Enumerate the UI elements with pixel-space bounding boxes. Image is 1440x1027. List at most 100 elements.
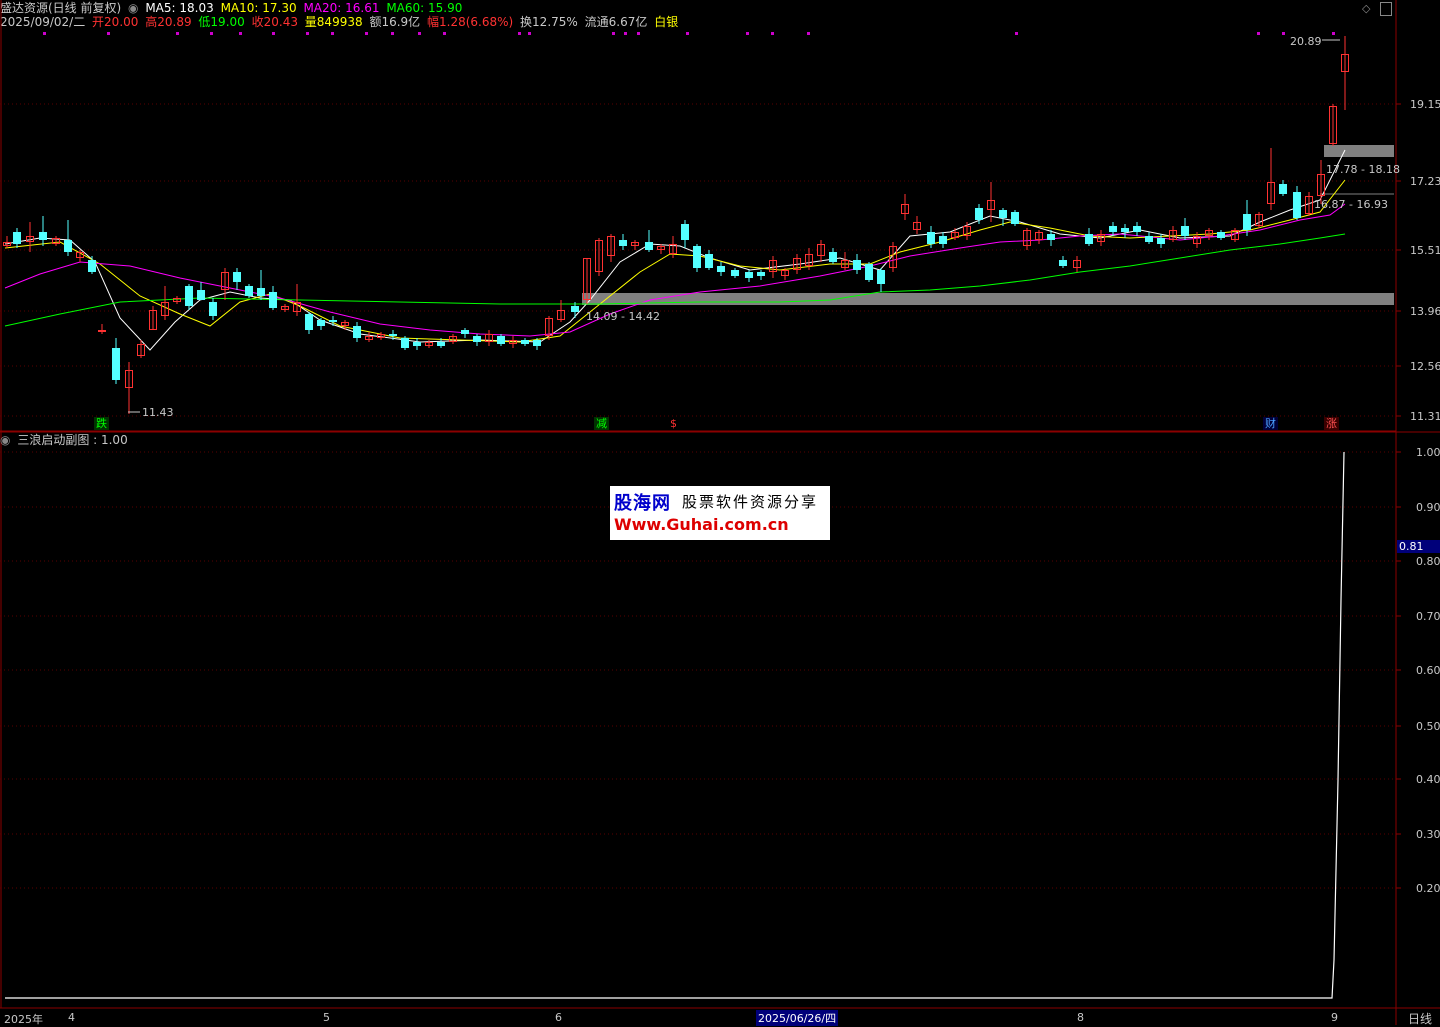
- candle[interactable]: [341, 320, 349, 330]
- candle[interactable]: [731, 268, 739, 278]
- tag-cai: 财: [1263, 417, 1278, 430]
- candle[interactable]: [281, 304, 289, 312]
- candle[interactable]: [681, 220, 689, 248]
- candle[interactable]: [1279, 180, 1287, 196]
- candle[interactable]: [125, 362, 133, 414]
- candle[interactable]: [149, 306, 157, 330]
- candle[interactable]: [26, 222, 34, 252]
- candle[interactable]: [449, 334, 457, 344]
- candle[interactable]: [1267, 148, 1275, 210]
- signal-dot: [331, 32, 334, 35]
- candle[interactable]: [877, 268, 885, 292]
- candle[interactable]: [161, 286, 169, 320]
- candle[interactable]: [557, 300, 565, 322]
- sub-axis-label: 0.70: [1416, 610, 1440, 623]
- candle[interactable]: [829, 248, 837, 264]
- candle[interactable]: [353, 322, 361, 342]
- candle[interactable]: [619, 234, 627, 250]
- candle[interactable]: [3, 236, 11, 248]
- candle[interactable]: [1255, 212, 1263, 228]
- candle[interactable]: [607, 234, 615, 262]
- candle[interactable]: [1181, 218, 1189, 240]
- candle[interactable]: [1073, 256, 1081, 272]
- candle[interactable]: [705, 250, 713, 270]
- candle[interactable]: [52, 236, 60, 246]
- candle[interactable]: [1145, 232, 1153, 244]
- candle[interactable]: [209, 298, 217, 320]
- candle[interactable]: [545, 316, 553, 340]
- sub-axis-label: 0.30: [1416, 828, 1440, 841]
- candle[interactable]: [485, 330, 493, 346]
- candle[interactable]: [365, 332, 373, 342]
- candle[interactable]: [1085, 228, 1093, 246]
- candle[interactable]: [317, 318, 325, 330]
- sub-collapse-icon[interactable]: ◉: [0, 433, 10, 447]
- candle[interactable]: [657, 244, 665, 254]
- sub-panel-title[interactable]: 三浪启动副图 : 1.00: [17, 433, 127, 447]
- candle[interactable]: [1133, 222, 1141, 236]
- candle[interactable]: [645, 230, 653, 252]
- candle[interactable]: [1293, 186, 1301, 220]
- candle[interactable]: [461, 328, 469, 338]
- candle[interactable]: [98, 324, 106, 334]
- candle[interactable]: [269, 286, 277, 310]
- candle[interactable]: [233, 268, 241, 290]
- candle[interactable]: [185, 284, 193, 310]
- candle[interactable]: [221, 268, 229, 300]
- zone1-annotation: 14.09 - 14.42: [586, 310, 660, 323]
- sub-axis-label: 0.20: [1416, 882, 1440, 895]
- candle[interactable]: [913, 216, 921, 234]
- candle[interactable]: [987, 182, 995, 222]
- candle[interactable]: [1341, 36, 1349, 110]
- signal-dot: [43, 32, 46, 35]
- candle[interactable]: [1329, 104, 1337, 146]
- signal-dot: [612, 32, 615, 35]
- candle[interactable]: [245, 284, 253, 298]
- candle[interactable]: [1169, 226, 1177, 242]
- candle[interactable]: [1121, 224, 1129, 238]
- candle[interactable]: [39, 216, 47, 246]
- candle[interactable]: [13, 228, 21, 248]
- candle[interactable]: [1011, 210, 1019, 226]
- candle[interactable]: [1023, 228, 1031, 250]
- candle[interactable]: [1217, 230, 1225, 240]
- signal-dot: [306, 32, 309, 35]
- signal-dot: [1257, 32, 1260, 35]
- candle[interactable]: [1059, 256, 1067, 268]
- candle[interactable]: [889, 242, 897, 272]
- candle[interactable]: [841, 252, 849, 270]
- price-axis-label: 17.23: [1410, 175, 1440, 188]
- candle[interactable]: [939, 232, 947, 248]
- candle[interactable]: [197, 282, 205, 300]
- candle[interactable]: [865, 262, 873, 282]
- signal-dot: [1282, 32, 1285, 35]
- candle[interactable]: [173, 296, 181, 304]
- candle[interactable]: [112, 338, 120, 384]
- candle[interactable]: [693, 244, 701, 272]
- candle[interactable]: [413, 338, 421, 350]
- candle[interactable]: [521, 338, 529, 346]
- candle[interactable]: [595, 238, 603, 276]
- signal-dot: [443, 32, 446, 35]
- candle[interactable]: [901, 194, 909, 220]
- period-label[interactable]: 日线: [1408, 1010, 1432, 1027]
- candle[interactable]: [329, 316, 337, 326]
- candle[interactable]: [257, 270, 265, 300]
- candle[interactable]: [817, 240, 825, 262]
- candle[interactable]: [401, 336, 409, 350]
- candle[interactable]: [853, 254, 861, 274]
- tag-zhang: 涨: [1324, 417, 1339, 430]
- candle[interactable]: [497, 334, 505, 346]
- tag-dollar: $: [670, 417, 677, 430]
- candle[interactable]: [757, 270, 765, 280]
- candle[interactable]: [717, 262, 725, 276]
- sub-axis-label: 0.60: [1416, 664, 1440, 677]
- candle[interactable]: [473, 334, 481, 346]
- candle[interactable]: [1035, 230, 1043, 244]
- candle[interactable]: [88, 256, 96, 274]
- candle[interactable]: [631, 240, 639, 250]
- time-axis[interactable]: 2025年 4 5 6 2025/06/26/四 8 9 日线: [0, 1009, 1440, 1027]
- candle[interactable]: [745, 270, 753, 282]
- candle[interactable]: [64, 220, 72, 256]
- candle[interactable]: [305, 312, 313, 334]
